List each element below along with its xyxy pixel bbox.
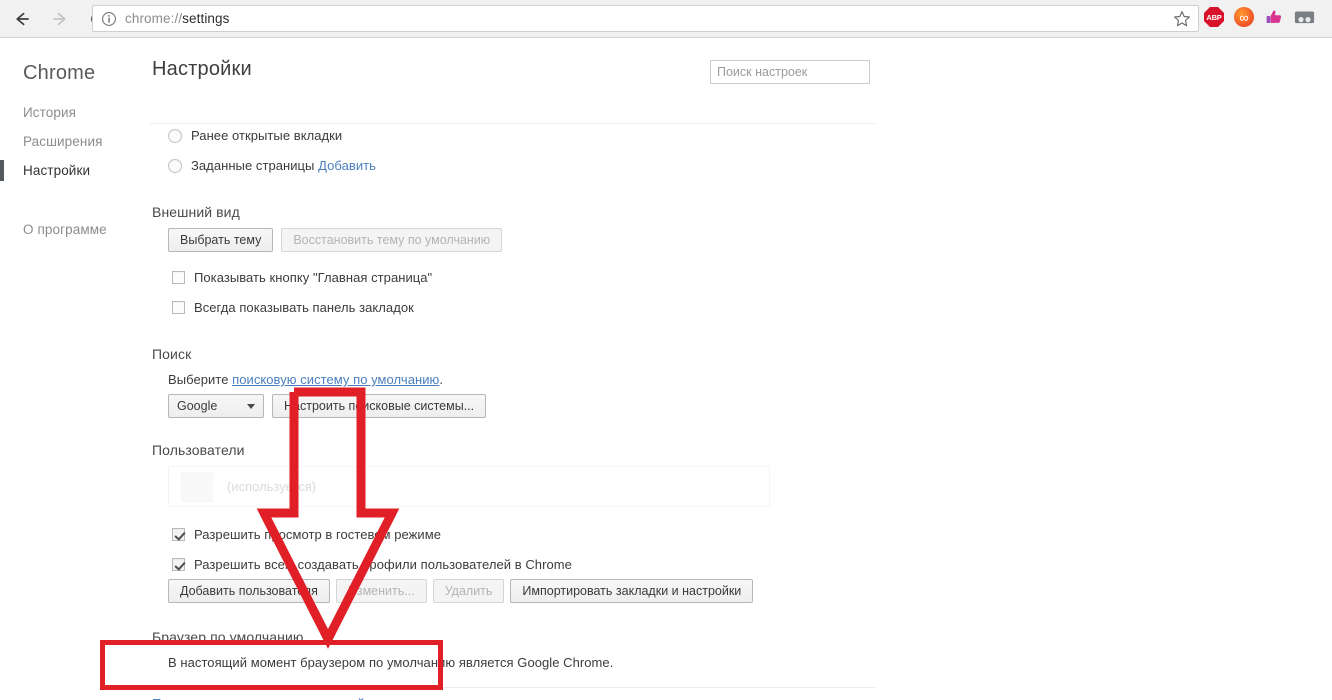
sidebar-item-settings[interactable]: Настройки	[0, 156, 150, 185]
infinity-extension-button[interactable]: ∞	[1234, 7, 1255, 28]
users-heading: Пользователи	[152, 442, 245, 458]
appearance-heading: Внешний вид	[152, 204, 240, 220]
star-bookmark-icon	[1172, 16, 1192, 33]
profile-account-button[interactable]	[1294, 7, 1315, 28]
edit-user-button: Изменить...	[336, 579, 427, 603]
extension-icons: ABP ∞	[1204, 7, 1315, 28]
theme-buttons-row: Выбрать тему Восстановить тему по умолча…	[168, 228, 502, 252]
bookmark-star-button[interactable]	[1172, 9, 1192, 29]
sidebar-item-label: История	[23, 105, 76, 120]
add-pages-link[interactable]: Добавить	[318, 158, 376, 173]
chevron-down-icon	[247, 404, 255, 409]
allow-create-profiles-label: Разрешить всем создавать профили пользов…	[194, 557, 572, 572]
choose-theme-button[interactable]: Выбрать тему	[168, 228, 273, 252]
startup-recent-label: Ранее открытые вкладки	[191, 128, 342, 143]
allow-guest-label: Разрешить просмотр в гостевом режиме	[194, 527, 441, 542]
sidebar-item-history[interactable]: История	[0, 98, 150, 127]
always-show-bookmarks-label: Всегда показывать панель закладок	[194, 300, 414, 315]
title-divider	[150, 123, 875, 124]
settings-main: Настройки Ранее открытые вкладки Заданны…	[150, 38, 1332, 700]
address-bar-text: chrome://settings	[125, 11, 230, 26]
sidebar-item-label: Настройки	[23, 163, 90, 178]
page-title: Настройки	[152, 58, 252, 81]
info-circle-icon[interactable]	[101, 11, 117, 27]
address-bar[interactable]: chrome://settings	[92, 5, 1199, 32]
browser-window: chrome://settings ABP ∞	[0, 0, 1332, 700]
default-search-engine-link[interactable]: поисковую систему по умолчанию	[232, 372, 439, 387]
thumbs-up-icon	[1264, 14, 1284, 31]
avatar	[181, 472, 213, 502]
startup-pages-label: Заданные страницы Добавить	[191, 158, 376, 173]
sidebar-brand: Chrome	[23, 62, 95, 85]
forward-arrow-icon	[50, 9, 70, 29]
sidebar-item-label: О программе	[23, 222, 107, 237]
delete-user-button: Удалить	[433, 579, 505, 603]
sidebar-item-extensions[interactable]: Расширения	[0, 127, 150, 156]
reset-theme-button: Восстановить тему по умолчанию	[281, 228, 502, 252]
adblock-plus-icon: ABP	[1204, 7, 1224, 27]
current-user-row[interactable]: (используется)	[168, 466, 770, 507]
browser-toolbar: chrome://settings ABP ∞	[0, 0, 1332, 38]
radio-unselected-icon[interactable]	[168, 159, 182, 173]
checkbox-checked-icon[interactable]	[172, 528, 185, 541]
current-user-label: (используется)	[227, 479, 316, 494]
adblock-plus-button[interactable]: ABP	[1204, 7, 1225, 28]
show-home-button-option[interactable]: Показывать кнопку "Главная страница"	[172, 270, 432, 285]
checkbox-checked-icon[interactable]	[172, 558, 185, 571]
thumbs-up-extension-button[interactable]	[1264, 7, 1285, 28]
search-settings-input[interactable]	[710, 60, 870, 84]
search-controls-row: Google Настроить поисковые системы...	[168, 394, 486, 418]
profile-account-icon	[1294, 14, 1315, 31]
startup-option-recent-tabs[interactable]: Ранее открытые вкладки	[168, 128, 342, 143]
search-engine-select[interactable]: Google	[168, 394, 264, 418]
allow-create-profiles-option[interactable]: Разрешить всем создавать профили пользов…	[172, 557, 572, 572]
allow-guest-option[interactable]: Разрешить просмотр в гостевом режиме	[172, 527, 441, 542]
show-home-button-label: Показывать кнопку "Главная страница"	[194, 270, 432, 285]
search-heading: Поиск	[152, 346, 191, 362]
checkbox-unchecked-icon[interactable]	[172, 271, 185, 284]
radio-unselected-icon[interactable]	[168, 129, 182, 143]
settings-sidebar: Chrome История Расширения Настройки О пр…	[0, 38, 150, 700]
always-show-bookmarks-option[interactable]: Всегда показывать панель закладок	[172, 300, 414, 315]
sidebar-item-label: Расширения	[23, 134, 103, 149]
search-engine-description: Выберите поисковую систему по умолчанию.	[168, 372, 443, 387]
back-arrow-icon	[12, 9, 32, 29]
sidebar-nav: История Расширения Настройки О программе	[0, 98, 150, 244]
checkbox-unchecked-icon[interactable]	[172, 301, 185, 314]
sidebar-item-about[interactable]: О программе	[0, 215, 150, 244]
startup-option-specific-pages[interactable]: Заданные страницы Добавить	[168, 158, 376, 173]
show-advanced-settings-link[interactable]: Показать дополнительные настройки	[152, 696, 378, 700]
back-button[interactable]	[6, 3, 38, 35]
import-bookmarks-button[interactable]: Импортировать закладки и настройки	[510, 579, 753, 603]
search-engine-value: Google	[177, 399, 217, 413]
manage-search-engines-button[interactable]: Настроить поисковые системы...	[272, 394, 486, 418]
forward-button[interactable]	[44, 3, 76, 35]
red-highlight-box-annotation	[100, 640, 443, 690]
user-buttons-row: Добавить пользователя Изменить... Удалит…	[168, 579, 753, 603]
add-user-button[interactable]: Добавить пользователя	[168, 579, 330, 603]
infinity-circle-icon: ∞	[1234, 7, 1254, 27]
